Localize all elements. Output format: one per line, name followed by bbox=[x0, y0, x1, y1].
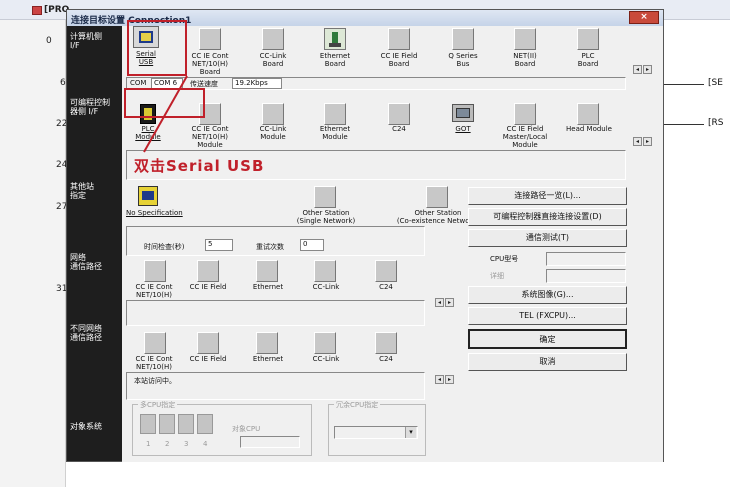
ladder-line bbox=[664, 84, 704, 85]
watermark-text: 头条号 / 树林与竹林 bbox=[604, 468, 712, 482]
connection-dialog: 连接目标设置 Connection1 × 计算机侧 I/F 可编程控制 器侧 I… bbox=[66, 9, 664, 462]
ladder-instruction: [SE bbox=[708, 78, 723, 88]
background-editor-area bbox=[664, 20, 730, 487]
ladder-line bbox=[664, 124, 704, 125]
ladder-instruction: [RS bbox=[708, 118, 724, 128]
line-number: 0 bbox=[46, 36, 52, 46]
line-number: 6 bbox=[60, 78, 66, 88]
app-icon bbox=[32, 6, 42, 15]
annotation-arrow bbox=[143, 75, 188, 153]
line-number-ruler bbox=[0, 20, 66, 487]
